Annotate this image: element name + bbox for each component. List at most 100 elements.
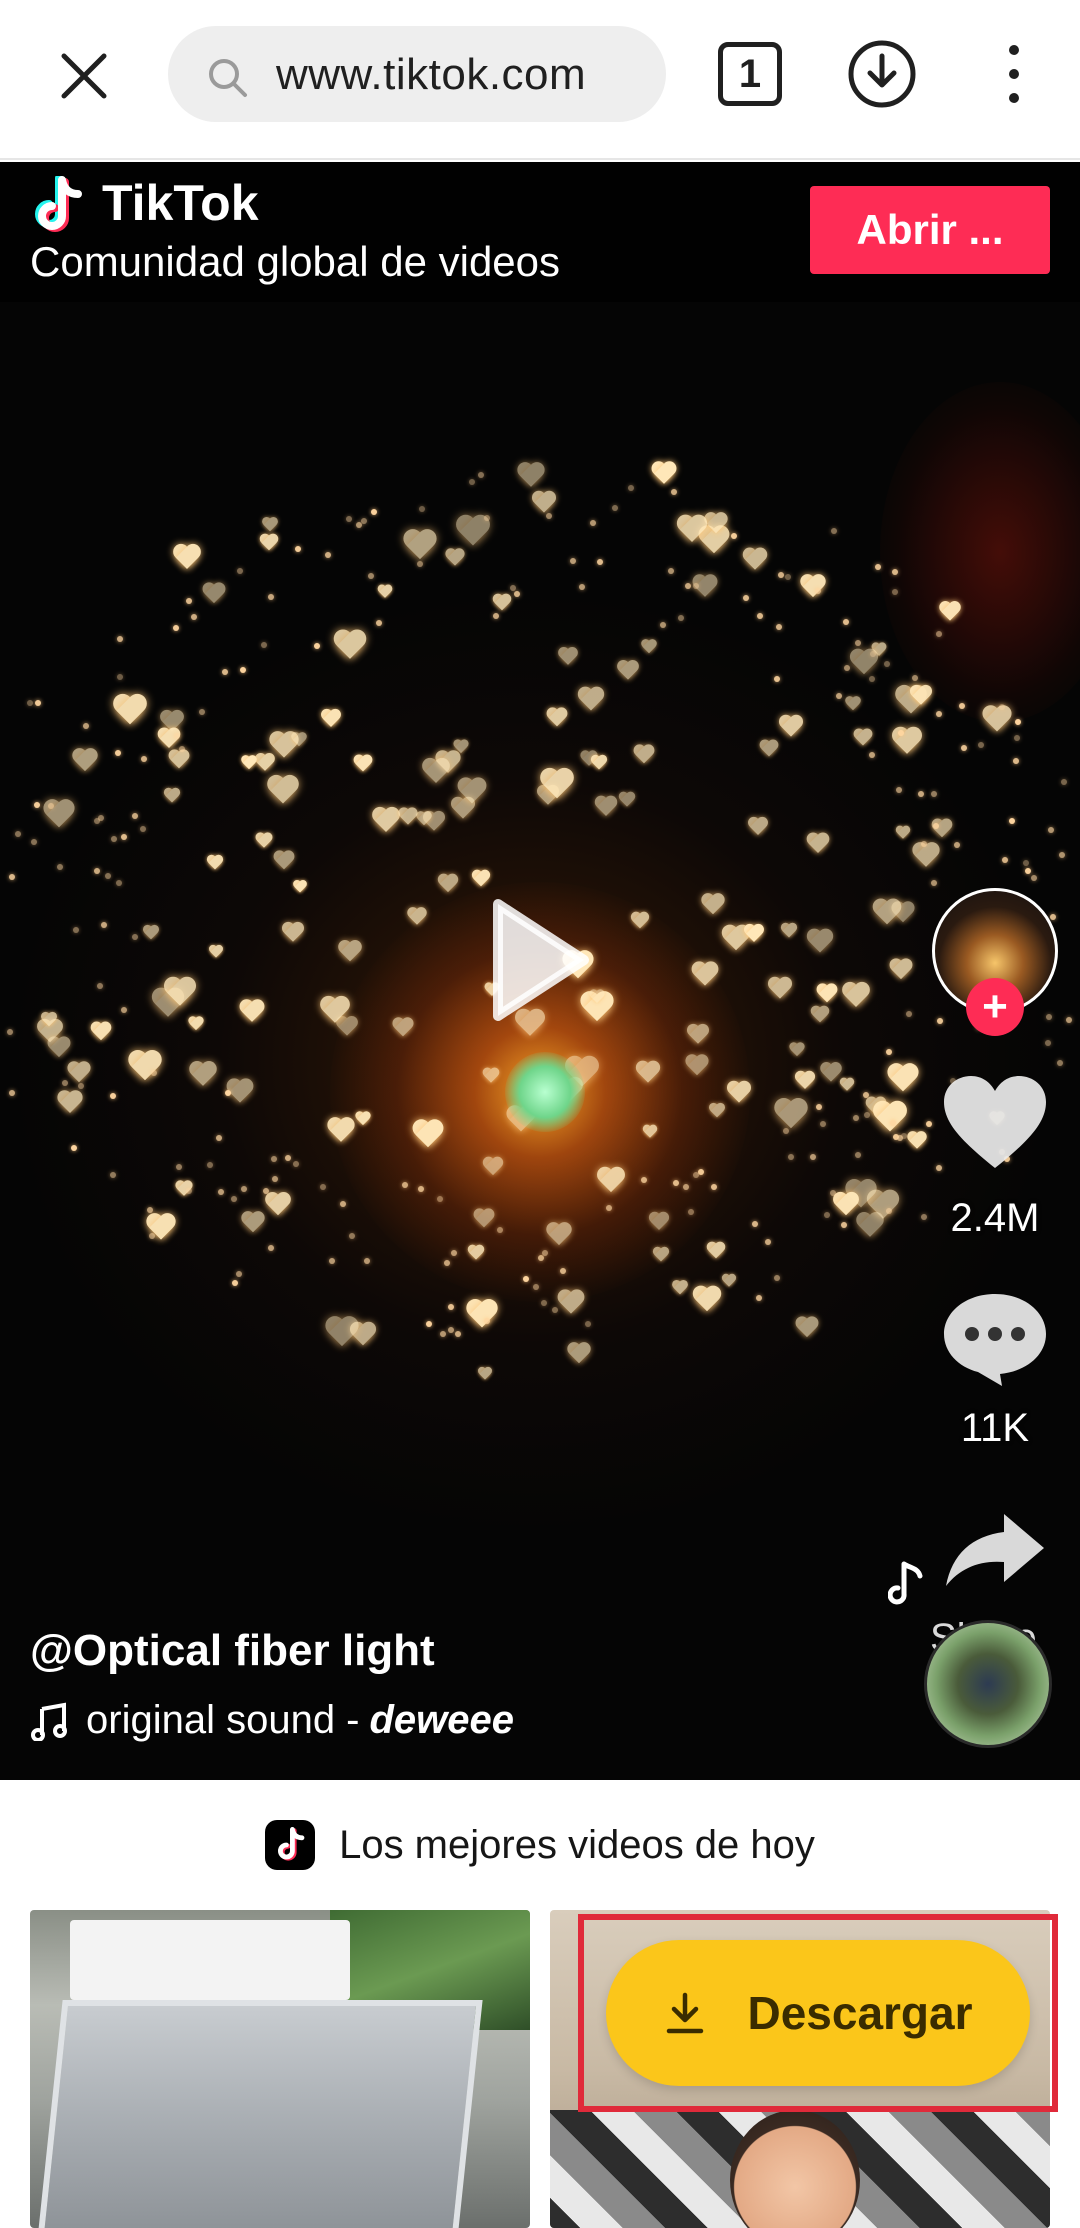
sparkle-heart: [687, 1024, 710, 1045]
close-icon[interactable]: [54, 46, 114, 106]
url-bar[interactable]: www.tiktok.com: [168, 26, 666, 122]
sparkle-heart: [685, 1055, 709, 1077]
sparkle-heart: [539, 769, 574, 801]
share-icon[interactable]: [942, 1510, 1048, 1590]
sparkle-heart: [594, 797, 618, 819]
play-icon[interactable]: [486, 896, 592, 1024]
browser-toolbar: www.tiktok.com 1: [0, 0, 1080, 160]
comment-icon[interactable]: [940, 1288, 1050, 1388]
url-text: www.tiktok.com: [276, 50, 587, 99]
video-sound[interactable]: original sound - deweee: [30, 1698, 514, 1743]
sparkle-heart: [651, 462, 677, 486]
sparkle-dot: [670, 489, 677, 496]
sparkle-dot: [1045, 1014, 1052, 1021]
sparkle-dot: [782, 1127, 789, 1134]
open-app-button[interactable]: Abrir ...: [810, 186, 1050, 274]
follow-button[interactable]: +: [966, 978, 1024, 1036]
sparkle-dot: [597, 558, 604, 565]
sparkle-heart: [465, 1300, 498, 1330]
sparkle-heart: [653, 1247, 670, 1263]
sparkle-dot: [448, 1303, 455, 1310]
sparkle-heart: [872, 899, 902, 927]
sparkle-heart: [873, 1102, 909, 1135]
sparkle-dot: [864, 1112, 871, 1119]
sparkle-dot: [231, 1195, 238, 1202]
sparkle-heart: [907, 1131, 927, 1150]
sparkle-dot: [855, 1152, 862, 1159]
sparkle-heart: [337, 941, 362, 964]
sparkle-heart: [267, 776, 300, 806]
sparkle-dot: [953, 841, 960, 848]
sparkle-dot: [262, 1188, 269, 1195]
sparkle-dot: [116, 636, 123, 643]
sparkle-heart: [721, 1274, 736, 1288]
tab-switcher-button[interactable]: 1: [718, 42, 782, 106]
sparkle-dot: [1048, 826, 1055, 833]
sparkle-heart: [845, 696, 861, 711]
sparkle-heart: [773, 1099, 808, 1131]
tiktok-brand: TikTok: [102, 175, 259, 231]
sparkle-heart: [693, 1286, 723, 1313]
sparkle-dot: [346, 516, 353, 523]
sparkle-heart: [262, 517, 279, 532]
sound-disc[interactable]: [924, 1620, 1052, 1748]
sparkle-heart: [640, 639, 656, 654]
sparkle-heart: [241, 755, 257, 770]
sparkle-dot: [522, 1275, 529, 1282]
sparkle-dot: [140, 756, 147, 763]
sparkle-dot: [72, 927, 79, 934]
video-username[interactable]: @Optical fiber light: [30, 1626, 435, 1676]
sparkle-dot: [730, 532, 737, 539]
sparkle-dot: [889, 1120, 896, 1127]
download-icon[interactable]: [846, 38, 918, 110]
sparkle-heart: [839, 1078, 854, 1092]
sparkle-heart: [981, 706, 1011, 734]
sparkle-heart: [557, 1290, 585, 1316]
sparkle-dot: [869, 651, 876, 658]
sparkle-heart: [355, 1112, 371, 1127]
sparkle-dot: [324, 552, 331, 559]
more-vert-icon[interactable]: [998, 42, 1030, 106]
sparkle-heart: [202, 583, 226, 605]
sparkle-dot: [612, 504, 619, 511]
sparkle-heart: [799, 575, 826, 599]
sparkle-dot: [917, 790, 924, 797]
sparkle-dot: [869, 751, 876, 758]
sparkle-dot: [1022, 860, 1029, 867]
sparkle-dot: [260, 641, 267, 648]
sparkle-heart: [676, 515, 708, 544]
sparkle-dot: [931, 790, 938, 797]
sparkle-heart: [482, 1068, 500, 1084]
sparkle-dot: [455, 1331, 462, 1338]
sparkle-dot: [469, 479, 476, 486]
video-thumbnail[interactable]: [30, 1910, 530, 2228]
sparkle-dot: [425, 1320, 432, 1327]
sparkle-dot: [375, 620, 382, 627]
sparkle-heart: [780, 923, 797, 939]
sparkle-dot: [751, 1221, 758, 1228]
best-videos-header: Los mejores videos de hoy: [0, 1780, 1080, 1910]
sparkle-heart: [767, 977, 792, 1000]
sparkle-heart: [778, 716, 803, 739]
sparkle-dot: [685, 582, 692, 589]
sparkle-heart: [265, 1193, 292, 1218]
like-count: 2.4M: [950, 1196, 1040, 1240]
sparkle-dot: [368, 573, 375, 580]
sparkle-dot: [284, 1155, 291, 1162]
heart-icon[interactable]: [940, 1074, 1050, 1174]
sparkle-dot: [640, 1176, 647, 1183]
sparkle-dot: [131, 812, 138, 819]
sparkle-heart: [445, 548, 465, 566]
sparkle-heart: [416, 811, 432, 826]
background-rose: [880, 382, 1080, 722]
sparkle-heart: [642, 1125, 657, 1139]
sparkle-heart: [47, 1037, 71, 1059]
sparkle-dot: [1009, 817, 1016, 824]
sparkle-dot: [101, 921, 108, 928]
sparkle-dot: [496, 1226, 503, 1233]
sparkle-dot: [836, 692, 843, 699]
sparkle-heart: [326, 1118, 355, 1144]
sparkle-heart: [142, 926, 159, 941]
sparkle-dot: [569, 557, 576, 564]
sparkle-dot: [1001, 857, 1008, 864]
